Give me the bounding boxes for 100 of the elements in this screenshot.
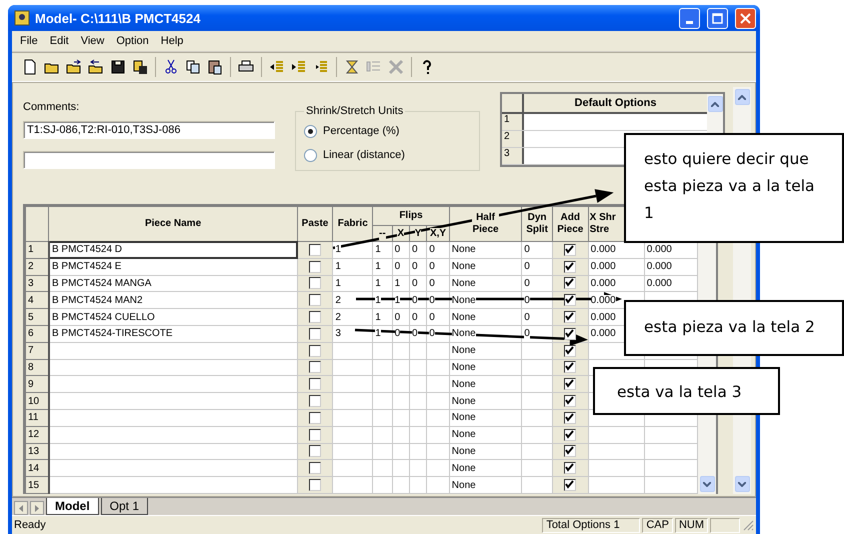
table-cell: 0: [524, 294, 530, 306]
row-number: 12: [26, 426, 49, 444]
status-panel: CAP: [642, 518, 673, 532]
table-cell: 0.000: [646, 261, 672, 272]
checkbox[interactable]: [309, 428, 321, 441]
checkbox[interactable]: [309, 260, 321, 273]
sheet-tab[interactable]: Opt 1: [100, 498, 148, 515]
menu-item[interactable]: Help: [154, 35, 190, 47]
folder-arrow-icon: [66, 59, 82, 75]
checkbox[interactable]: [564, 428, 576, 441]
checkbox[interactable]: [564, 244, 576, 256]
column-header: Flips: [399, 210, 423, 222]
table-cell: 0: [394, 261, 400, 272]
checkbox[interactable]: [309, 328, 321, 340]
scroll-right-button[interactable]: [30, 501, 44, 515]
table-cell: 0: [412, 244, 418, 256]
table-cell: 0.000: [646, 278, 672, 289]
close-button[interactable]: [735, 8, 756, 28]
checkbox[interactable]: [564, 361, 576, 374]
row-number: 15: [26, 476, 49, 494]
column-header: Dyn Split: [526, 212, 548, 236]
checkbox[interactable]: [309, 378, 321, 390]
row-number: 11: [26, 409, 49, 426]
scroll-down-button[interactable]: [734, 476, 750, 492]
checkbox[interactable]: [564, 328, 576, 340]
table-cell: 0: [429, 294, 435, 306]
table-cell: 0.000: [590, 261, 616, 272]
menu-item[interactable]: Edit: [44, 35, 75, 47]
comment-field[interactable]: T1:SJ-086,T2:RI-010,T3SJ-086: [23, 121, 275, 139]
maximize-icon: [712, 12, 723, 24]
checkbox[interactable]: [564, 445, 576, 458]
checkbox[interactable]: [564, 260, 576, 273]
annotation-callout: esto quiere decir que esta pieza va a la tela 1: [624, 133, 844, 243]
scroll-up-button[interactable]: [708, 96, 722, 112]
paste-icon: [207, 59, 223, 75]
checkbox[interactable]: [309, 394, 321, 407]
row-number: 1: [26, 242, 49, 258]
checkbox[interactable]: [309, 478, 321, 491]
scroll-down-button[interactable]: [700, 476, 714, 492]
table-cell: 0.000: [590, 244, 616, 256]
triangle-right-icon: [35, 504, 39, 512]
checkbox[interactable]: [309, 412, 321, 424]
sheet-tab[interactable]: Model: [46, 498, 99, 515]
table-cell: 1: [375, 294, 381, 306]
checkbox[interactable]: [309, 294, 321, 306]
row-number: 6: [26, 325, 49, 342]
minimize-button[interactable]: [679, 8, 700, 28]
checkbox[interactable]: [309, 462, 321, 474]
radio-button[interactable]: [304, 124, 317, 138]
table-cell: None: [452, 345, 476, 356]
resize-grip-icon[interactable]: [742, 519, 754, 531]
chevron-down-icon: [703, 482, 711, 486]
status-panel: [710, 518, 740, 532]
checkbox[interactable]: [564, 378, 576, 390]
maximize-button[interactable]: [707, 8, 728, 28]
table-cell: 0: [412, 261, 418, 272]
table-cell: None: [452, 412, 476, 424]
chevron-up-icon: [711, 102, 719, 106]
checkbox[interactable]: [309, 244, 322, 256]
comment-field[interactable]: [23, 151, 275, 169]
column-header: Default Options: [524, 94, 707, 112]
checkbox[interactable]: [564, 394, 576, 407]
copy-icon: [185, 59, 201, 75]
save-icon: [110, 59, 126, 75]
table-cell: 0: [429, 328, 435, 340]
cross-icon: [388, 59, 404, 75]
menu-item[interactable]: Option: [110, 35, 155, 47]
table-cell: None: [452, 480, 476, 491]
table-cell: 0: [429, 244, 435, 256]
checkbox[interactable]: [309, 310, 321, 323]
scroll-up-button[interactable]: [734, 89, 750, 105]
radio-button[interactable]: [304, 148, 317, 162]
checkbox[interactable]: [309, 361, 321, 374]
status-panel: NUM: [674, 518, 708, 532]
table-cell: None: [452, 278, 476, 289]
checkbox[interactable]: [564, 344, 576, 357]
table-cell: 0: [394, 244, 400, 256]
checkbox[interactable]: [564, 412, 576, 424]
table-cell: 0.000: [590, 328, 616, 340]
table-cell: 0: [524, 278, 530, 289]
list-arrow-icon: [291, 59, 307, 75]
table-cell: None: [452, 396, 476, 407]
table-cell: 0: [524, 312, 530, 323]
table-cell: B PMCT4524 CUELLO: [52, 312, 155, 323]
radio-label: Percentage (%): [323, 125, 400, 137]
checkbox[interactable]: [309, 344, 321, 357]
comments-label: Comments:: [23, 101, 80, 113]
checkbox[interactable]: [309, 445, 321, 458]
checkbox[interactable]: [564, 294, 576, 306]
table-cell: 0: [524, 328, 530, 340]
menu-item[interactable]: File: [14, 35, 44, 47]
checkbox[interactable]: [564, 277, 576, 290]
checkbox[interactable]: [309, 277, 321, 290]
menu-item[interactable]: View: [74, 35, 110, 47]
checkbox[interactable]: [564, 462, 576, 474]
scroll-left-button[interactable]: [14, 501, 28, 515]
window-title: Model- C:\111\B PMCT4524: [35, 10, 202, 26]
checkbox[interactable]: [564, 310, 576, 323]
close-icon: [740, 12, 751, 24]
checkbox[interactable]: [564, 478, 576, 491]
